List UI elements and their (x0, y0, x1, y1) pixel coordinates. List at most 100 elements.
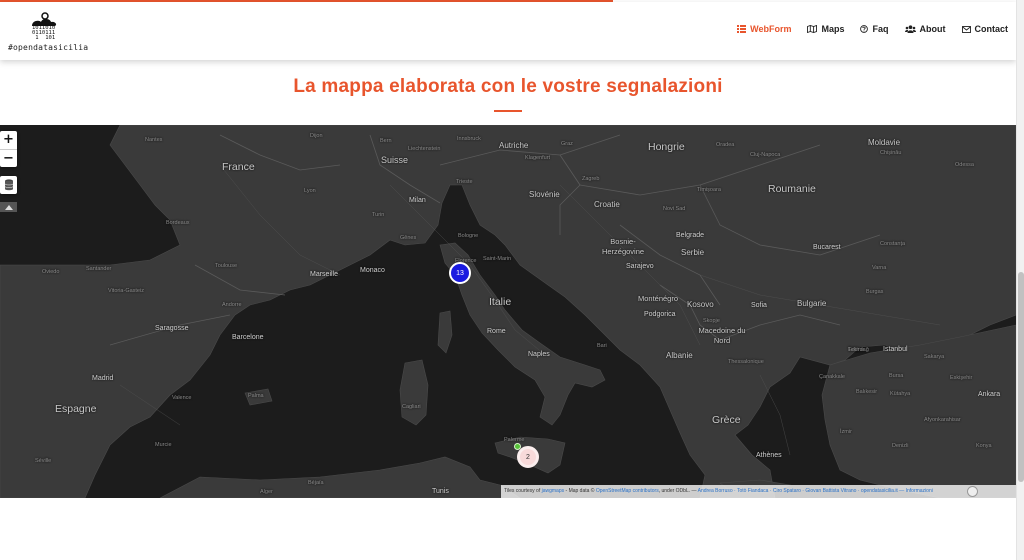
map-label-country: Bosnie-Herzégovine (601, 237, 645, 256)
attribution-authors-link[interactable]: Andrea Borruso · Totò Fiandaca · Ciro Sp… (698, 488, 898, 494)
attribution-mapdata: - Map data © (565, 488, 595, 494)
map-label-city: Nantes (145, 137, 163, 143)
map-label-country: Italie (489, 296, 512, 308)
database-icon (4, 179, 13, 191)
map-label-city: Skopje (703, 318, 720, 324)
map-label-city: Béjaïa (308, 480, 324, 486)
map-label-city: Denizli (892, 443, 909, 449)
layers-button[interactable] (0, 176, 17, 194)
map-label-city: Madrid (92, 375, 114, 382)
map-label-city: Podgorica (644, 311, 676, 318)
map-label-city: Rome (487, 328, 506, 335)
map-label-city: Gênes (400, 235, 417, 241)
map-label-city: Santander (86, 266, 112, 272)
map-label-country: Espagne (55, 403, 97, 415)
map-label-city: Afyonkarahisar (924, 417, 961, 423)
logo-text: #opendatasicilia (8, 43, 89, 52)
map-label-city: Burgas (866, 289, 884, 295)
map-label-city: Bologne (458, 233, 479, 239)
menu-item-faq[interactable]: Faq (860, 24, 889, 34)
map-label-city: Saint-Marin (483, 256, 512, 262)
attribution-jawg-link[interactable]: jawgmaps (542, 488, 565, 494)
menu-item-label: Contact (974, 24, 1009, 34)
logo-bits: 1011010 0110111 1 101 (32, 25, 56, 41)
map-label-country: Croatie (594, 200, 620, 209)
map-label-country: Grèce (712, 414, 741, 426)
panel-toggle-button[interactable] (0, 202, 17, 212)
map-label-country: Suisse (381, 155, 409, 165)
map-marker[interactable] (514, 443, 521, 450)
cluster-count: 13 (456, 269, 464, 277)
cluster-count: 2 (526, 453, 530, 461)
map-label-country: Albanie (666, 351, 693, 360)
map-label-country: Monténégro (638, 294, 679, 303)
map-label-city: Sarajevo (626, 263, 654, 270)
map-label-city: Palma (248, 393, 264, 399)
menu-item-maps[interactable]: Maps (807, 24, 844, 34)
marker-cluster-palermo[interactable]: 2 (517, 446, 539, 468)
map-label-city: Istanbul (883, 346, 908, 353)
map-label-city: Timișoara (697, 187, 721, 193)
zoom-control: + − (0, 131, 17, 167)
map-label-city: Andorre (222, 302, 242, 308)
menu-item-webform[interactable]: WebForm (737, 24, 791, 34)
map-label-city: Thessalonique (728, 359, 764, 365)
map-label-city: Turin (372, 212, 385, 218)
map-label-city: Vitoria-Gasteiz (108, 288, 144, 294)
map-label-city: Alger (260, 489, 273, 495)
menu-item-contact[interactable]: Contact (961, 24, 1009, 34)
map-label-city: Séville (35, 458, 52, 464)
main-menu: WebForm Maps Faq About Contact (737, 24, 1008, 34)
attribution-osm-link[interactable]: OpenStreetMap contributors (596, 488, 659, 494)
map-label-city: Novi Sad (663, 206, 686, 212)
map-attribution: Tiles courtesy of jawgmaps - Map data © … (501, 485, 1016, 498)
zoom-out-button[interactable]: − (0, 149, 17, 167)
map-label-city: Valence (172, 395, 192, 401)
question-circle-icon (860, 25, 869, 33)
map-label-city: Oradea (716, 142, 735, 148)
attribution-toggle-icon[interactable] (967, 486, 978, 497)
map-label-country: Hongrie (648, 141, 685, 153)
section-title: La mappa elaborata con le vostre segnala… (293, 76, 723, 97)
logo[interactable]: 1011010 0110111 1 101 #opendatasicilia (6, 10, 89, 54)
map-label-city: Dijon (310, 133, 323, 139)
page-scrollbar[interactable] (1016, 0, 1024, 560)
marker-cluster-florence[interactable]: 13 (449, 262, 471, 284)
scrollbar-thumb[interactable] (1018, 272, 1024, 482)
map-label-country: Kosovo (687, 300, 714, 309)
caret-up-icon (4, 204, 13, 210)
map-label-country: France (222, 161, 255, 173)
map-label-city: Athènes (756, 452, 782, 459)
map-label-city: Bern (380, 138, 392, 144)
map-label-city: Constanța (880, 241, 906, 247)
map-label-city: Monaco (360, 267, 385, 274)
map-label-city: Marseille (310, 271, 339, 278)
map-label-city: İzmir (840, 429, 852, 435)
map-label-city: Sofia (751, 302, 767, 309)
map-label-city: Trieste (456, 179, 473, 185)
menu-item-label: Maps (821, 24, 845, 34)
map-label-city: Kütahya (890, 391, 911, 397)
list-icon (737, 25, 747, 33)
map-label-city: Innsbruck (457, 136, 481, 142)
map-label-city: Bari (597, 343, 607, 349)
map-label-country: Autriche (499, 141, 529, 150)
map-label-city: Naples (528, 351, 550, 358)
map-label-city: Cagliari (402, 404, 421, 410)
map-label-city: Bordeaux (166, 220, 190, 226)
map-label-city: Lyon (304, 188, 316, 194)
menu-item-about[interactable]: About (904, 24, 946, 34)
map-label-city: Varna (872, 265, 887, 271)
map-label-country: Bulgarie (797, 299, 827, 308)
menu-item-label: WebForm (750, 24, 792, 34)
attribution-license: , under ODbL. — (658, 488, 697, 494)
map-label-city: Graz (561, 141, 573, 147)
users-icon (904, 25, 916, 33)
map-label-country: Roumanie (768, 183, 816, 195)
map-label-city: Ankara (978, 391, 1001, 398)
map-view[interactable]: France Suisse Autriche Hongrie Moldavie … (0, 125, 1016, 498)
map-label-city: Tekirdağ (848, 347, 869, 353)
attribution-info-link[interactable]: — Informazioni (899, 488, 933, 494)
zoom-in-button[interactable]: + (0, 131, 17, 149)
attribution-prefix: Tiles courtesy of (504, 488, 541, 494)
